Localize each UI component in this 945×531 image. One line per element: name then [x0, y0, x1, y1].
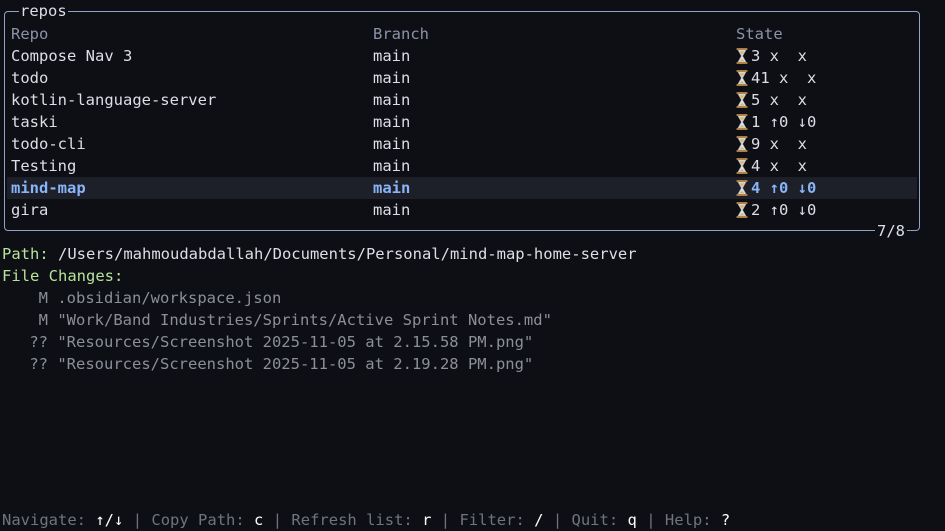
change-file: .obsidian/workspace.json	[57, 289, 282, 307]
repo-name: kotlin-language-server	[11, 91, 217, 109]
panel-title: repos	[19, 2, 68, 20]
hourglass-icon	[736, 136, 748, 152]
repo-state: 4 x x	[736, 155, 807, 177]
repo-branch: main	[373, 135, 411, 153]
header-branch: Branch	[373, 25, 429, 43]
change-file: "Resources/Screenshot 2025-11-05 at 2.19…	[57, 355, 534, 373]
repo-branch: main	[373, 47, 411, 65]
refresh-key: r	[422, 511, 432, 529]
hourglass-icon	[736, 202, 748, 218]
hourglass-icon	[736, 48, 748, 64]
repo-name: gira	[11, 201, 49, 219]
change-status: ??	[29, 333, 48, 351]
table-row[interactable]: Testing main 4 x x	[7, 155, 917, 177]
table-row[interactable]: todo-cli main 9 x x	[7, 133, 917, 155]
repo-branch: main	[373, 157, 411, 175]
repo-name: Testing	[11, 157, 77, 175]
filter-key: /	[534, 511, 544, 529]
table-row[interactable]: taski main 1 ↑0 ↓0	[7, 111, 917, 133]
repo-state: 1 ↑0 ↓0	[736, 111, 816, 133]
change-status: M	[38, 311, 48, 329]
repo-branch: main	[373, 201, 411, 219]
repo-branch: main	[373, 91, 411, 109]
selection-counter: 7/8	[875, 222, 907, 240]
help-key: ?	[720, 511, 731, 529]
file-change-item: ?? "Resources/Screenshot 2025-11-05 at 2…	[2, 353, 533, 375]
navigate-key: ↑/↓	[95, 511, 124, 529]
header-state: State	[736, 25, 783, 43]
copy-key: c	[254, 511, 264, 529]
header-repo: Repo	[11, 25, 49, 43]
change-status: ??	[29, 355, 48, 373]
repo-state: 4 ↑0 ↓0	[736, 177, 816, 199]
table-row[interactable]: gira main 2 ↑0 ↓0	[7, 199, 917, 221]
table-row-selected[interactable]: mind-map main 4 ↑0 ↓0	[7, 177, 917, 199]
file-change-item: ?? "Resources/Screenshot 2025-11-05 at 2…	[2, 331, 533, 353]
repo-name: taski	[11, 113, 58, 131]
change-file: "Work/Band Industries/Sprints/Active Spr…	[57, 311, 552, 329]
repo-name: todo	[11, 69, 49, 87]
file-changes-label: File Changes:	[2, 267, 124, 285]
repo-state: 2 ↑0 ↓0	[736, 199, 816, 221]
repo-branch: main	[373, 113, 411, 131]
hourglass-icon	[736, 92, 748, 108]
keybindings-footer: Navigate: ↑/↓ | Copy Path: c | Refresh l…	[2, 511, 731, 529]
repo-state: 5 x x	[736, 89, 807, 111]
repo-name: Compose Nav 3	[11, 47, 133, 65]
hourglass-icon	[736, 180, 748, 196]
repo-state: 9 x x	[736, 133, 807, 155]
path-line: Path: /Users/mahmoudabdallah/Documents/P…	[2, 243, 637, 265]
quit-key: q	[627, 511, 637, 529]
repo-name: todo-cli	[11, 135, 86, 153]
file-change-item: M "Work/Band Industries/Sprints/Active S…	[2, 309, 552, 331]
table-row[interactable]: kotlin-language-server main 5 x x	[7, 89, 917, 111]
change-status: M	[38, 289, 48, 307]
hourglass-icon	[736, 114, 748, 130]
repo-state: 3 x x	[736, 45, 807, 67]
hourglass-icon	[736, 70, 748, 86]
path-label: Path:	[2, 245, 49, 263]
table-row[interactable]: Compose Nav 3 main 3 x x	[7, 45, 917, 67]
change-file: "Resources/Screenshot 2025-11-05 at 2.15…	[57, 333, 534, 351]
hourglass-icon	[736, 158, 748, 174]
file-change-item: M .obsidian/workspace.json	[2, 287, 282, 309]
repo-branch: main	[373, 179, 411, 197]
repos-panel: repos 7/8 Repo Branch State Compose Nav …	[4, 2, 920, 240]
repo-state: 41 x x	[736, 67, 816, 89]
path-value: /Users/mahmoudabdallah/Documents/Persona…	[58, 245, 637, 263]
repo-branch: main	[373, 69, 411, 87]
repo-name: mind-map	[11, 179, 86, 197]
table-row[interactable]: todo main 41 x x	[7, 67, 917, 89]
table-header: Repo Branch State	[7, 23, 917, 45]
